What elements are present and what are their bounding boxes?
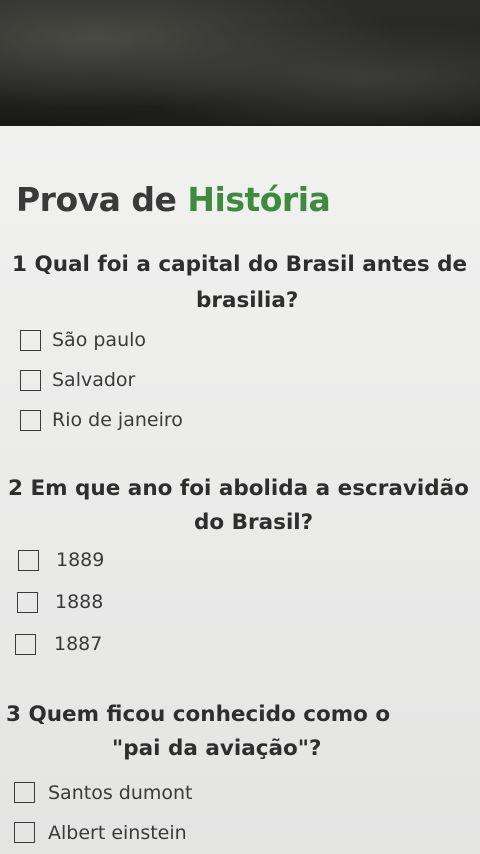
title-text: Prova de — [16, 180, 177, 219]
option-label: 1889 — [56, 549, 105, 571]
question-2-line2: do Brasil? — [194, 510, 314, 535]
question-3: 3 Quem ficou conhecido como o — [6, 704, 390, 726]
checkbox[interactable] — [14, 782, 35, 803]
option-label: 1888 — [55, 591, 104, 613]
background-surface — [0, 0, 480, 128]
question-1: 1 Qual foi a capital do Brasil antes de — [12, 254, 467, 276]
question-text: Qual foi a capital do Brasil antes de — [34, 252, 468, 277]
checkbox[interactable] — [20, 410, 41, 431]
page-title: Prova de História — [16, 180, 331, 219]
question-text: Quem ficou conhecido como o — [28, 702, 391, 727]
question-number: 3 — [6, 702, 21, 727]
option-label: Rio de janeiro — [52, 409, 183, 431]
option-label: 1887 — [54, 633, 103, 655]
title-accent: História — [187, 180, 331, 219]
checkbox[interactable] — [20, 370, 41, 391]
checkbox[interactable] — [18, 550, 39, 571]
question-number: 2 — [8, 476, 23, 501]
question-text: Em que ano foi abolida a escravidão — [30, 476, 469, 501]
option-label: São paulo — [52, 329, 147, 351]
checkbox[interactable] — [17, 592, 38, 613]
question-number: 1 — [12, 252, 27, 277]
checkbox[interactable] — [15, 634, 36, 655]
question-2: 2 Em que ano foi abolida a escravidão — [8, 478, 469, 500]
option-label: Salvador — [52, 369, 136, 391]
checkbox[interactable] — [14, 822, 35, 843]
option-label: Albert einstein — [48, 822, 187, 844]
checkbox[interactable] — [20, 330, 41, 351]
question-1-line2: brasilia? — [196, 288, 299, 313]
option-label: Santos dumont — [48, 782, 193, 804]
question-3-line2: "pai da aviação"? — [112, 736, 322, 761]
